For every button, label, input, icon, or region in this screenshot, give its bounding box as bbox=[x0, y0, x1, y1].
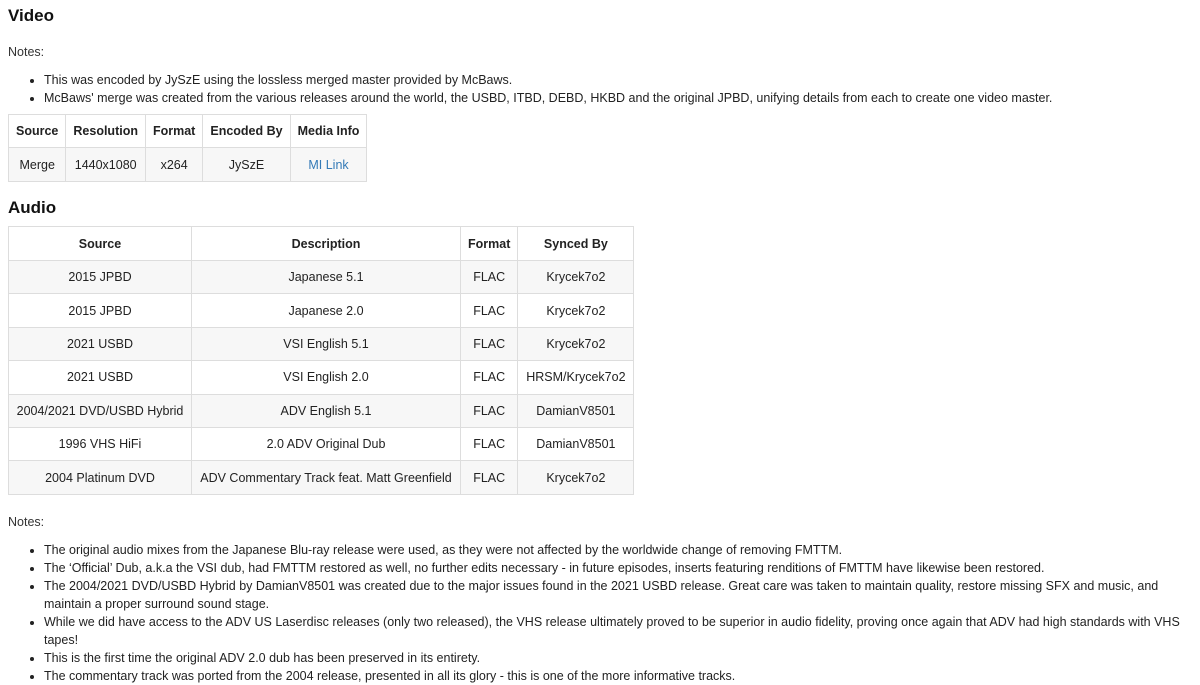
video-source-cell: Merge bbox=[7, 147, 67, 182]
video-col-resolution: Resolution bbox=[65, 114, 146, 148]
audio-source-cell: 2004 Platinum DVD bbox=[8, 460, 192, 495]
audio-col-source: Source bbox=[8, 226, 192, 261]
audio-synced-by-cell: Krycek7o2 bbox=[517, 326, 635, 362]
audio-description-cell: ADV English 5.1 bbox=[191, 393, 461, 428]
audio-synced-by-cell: HRSM/Krycek7o2 bbox=[517, 360, 635, 395]
table-row: 2015 JPBD Japanese 2.0 FLAC Krycek7o2 bbox=[8, 293, 635, 328]
audio-source-cell: 2015 JPBD bbox=[8, 259, 192, 295]
video-col-format: Format bbox=[144, 114, 204, 148]
audio-col-format: Format bbox=[459, 226, 519, 261]
audio-note: The commentary track was ported from the… bbox=[44, 667, 1192, 685]
audio-format-cell: FLAC bbox=[459, 460, 519, 495]
audio-note: This is the first time the original ADV … bbox=[44, 649, 1192, 667]
audio-notes-label: Notes: bbox=[8, 514, 45, 529]
audio-description-cell: VSI English 2.0 bbox=[191, 360, 461, 395]
audio-section: Audio Source Description Format Synced B… bbox=[8, 198, 1192, 685]
audio-synced-by-cell: DamianV8501 bbox=[517, 426, 635, 462]
video-notes-label: Notes: bbox=[8, 45, 45, 59]
audio-source-cell: 1996 VHS HiFi bbox=[8, 426, 192, 462]
video-col-source: Source bbox=[7, 114, 67, 148]
audio-synced-by-cell: DamianV8501 bbox=[517, 393, 635, 428]
video-section: Video Notes: This was encoded by JySzE u… bbox=[7, 0, 1192, 182]
audio-col-synced-by: Synced By bbox=[517, 226, 635, 261]
audio-synced-by-cell: Krycek7o2 bbox=[517, 259, 635, 295]
audio-source-cell: 2021 USBD bbox=[8, 326, 192, 362]
video-col-encoded-by: Encoded By bbox=[202, 114, 291, 148]
audio-format-cell: FLAC bbox=[459, 393, 519, 428]
audio-notes-list: The original audio mixes from the Japane… bbox=[8, 541, 1192, 685]
video-notes-list: This was encoded by JySzE using the loss… bbox=[8, 71, 1192, 107]
audio-table: Source Description Format Synced By 2015… bbox=[8, 226, 635, 495]
audio-source-cell: 2004/2021 DVD/USBD Hybrid bbox=[8, 393, 192, 428]
audio-format-cell: FLAC bbox=[459, 360, 519, 395]
audio-source-cell: 2015 JPBD bbox=[8, 293, 192, 328]
table-row: 2004/2021 DVD/USBD Hybrid ADV English 5.… bbox=[8, 393, 635, 428]
video-table-header-row: Source Resolution Format Encoded By Medi… bbox=[7, 114, 368, 148]
video-format-cell: x264 bbox=[144, 147, 204, 182]
audio-format-cell: FLAC bbox=[459, 259, 519, 295]
audio-synced-by-cell: Krycek7o2 bbox=[517, 293, 635, 328]
audio-note: While we did have access to the ADV US L… bbox=[44, 613, 1192, 649]
audio-note: The ‘Official’ Dub, a.k.a the VSI dub, h… bbox=[44, 559, 1192, 577]
video-encoded-by-cell: JySzE bbox=[202, 147, 291, 182]
table-row: 2015 JPBD Japanese 5.1 FLAC Krycek7o2 bbox=[8, 259, 635, 295]
table-row: Merge 1440x1080 x264 JySzE MI Link bbox=[7, 147, 368, 182]
audio-description-cell: Japanese 2.0 bbox=[191, 293, 461, 328]
audio-col-description: Description bbox=[191, 226, 461, 261]
audio-format-cell: FLAC bbox=[459, 326, 519, 362]
audio-format-cell: FLAC bbox=[459, 426, 519, 462]
audio-description-cell: ADV Commentary Track feat. Matt Greenfie… bbox=[191, 460, 461, 495]
table-row: 2021 USBD VSI English 2.0 FLAC HRSM/Kryc… bbox=[8, 360, 635, 395]
video-resolution-cell: 1440x1080 bbox=[65, 147, 146, 182]
video-heading: Video bbox=[8, 6, 54, 25]
table-row: 2021 USBD VSI English 5.1 FLAC Krycek7o2 bbox=[8, 326, 635, 362]
audio-description-cell: Japanese 5.1 bbox=[191, 259, 461, 295]
video-note: McBaws' merge was created from the vario… bbox=[44, 89, 1192, 107]
mi-link[interactable]: MI Link bbox=[308, 158, 348, 172]
video-col-media-info: Media Info bbox=[289, 114, 368, 148]
audio-format-cell: FLAC bbox=[459, 293, 519, 328]
audio-heading: Audio bbox=[8, 198, 57, 217]
video-media-info-cell: MI Link bbox=[289, 147, 368, 182]
audio-synced-by-cell: Krycek7o2 bbox=[517, 460, 635, 495]
audio-note: The original audio mixes from the Japane… bbox=[44, 541, 1192, 559]
release-info-page: Video Notes: This was encoded by JySzE u… bbox=[0, 0, 1200, 685]
video-table: Source Resolution Format Encoded By Medi… bbox=[7, 114, 368, 182]
audio-note: The 2004/2021 DVD/USBD Hybrid by DamianV… bbox=[44, 577, 1192, 613]
audio-source-cell: 2021 USBD bbox=[8, 360, 192, 395]
audio-description-cell: VSI English 5.1 bbox=[191, 326, 461, 362]
table-row: 1996 VHS HiFi 2.0 ADV Original Dub FLAC … bbox=[8, 426, 635, 462]
audio-description-cell: 2.0 ADV Original Dub bbox=[191, 426, 461, 462]
table-row: 2004 Platinum DVD ADV Commentary Track f… bbox=[8, 460, 635, 495]
video-note: This was encoded by JySzE using the loss… bbox=[44, 71, 1192, 89]
audio-table-header-row: Source Description Format Synced By bbox=[8, 226, 635, 261]
